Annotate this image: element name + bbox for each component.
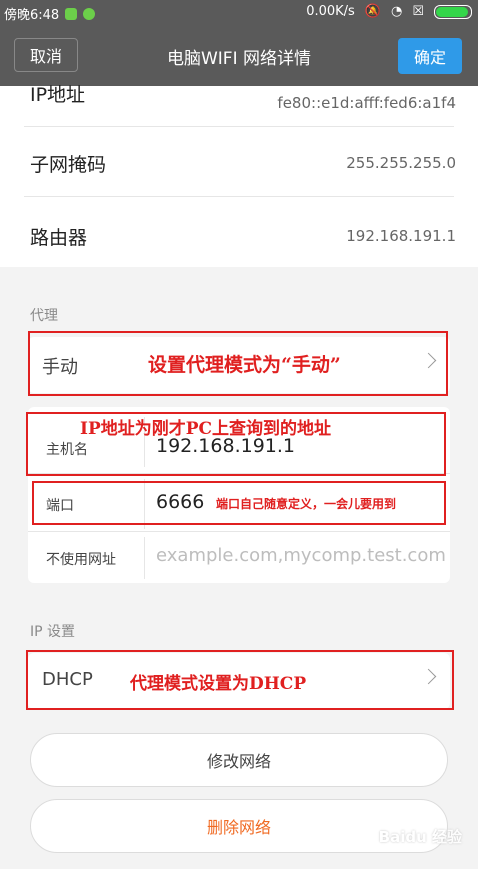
subnet-value: 255.255.255.0 (346, 154, 456, 172)
proxy-section-label: 代理 (30, 308, 58, 324)
ip-value: fe80::e1d:afff:fed6:a1f4 (277, 94, 456, 112)
divider (24, 126, 454, 127)
router-label: 路由器 (30, 227, 88, 249)
app-notification-icon (65, 7, 78, 20)
bypass-label: 不使用网址 (46, 552, 116, 568)
annotation-host: IP地址为刚才PC上查询到的地址 (80, 419, 332, 439)
watermark: Baidu 经验 (378, 828, 462, 846)
modify-network-button[interactable]: 修改网络 (30, 733, 448, 787)
divider (24, 196, 454, 197)
subnet-label: 子网掩码 (30, 154, 107, 176)
ip-settings-section-label: IP 设置 (30, 624, 76, 640)
app-notification-icon-2 (83, 7, 96, 20)
divider (144, 537, 145, 579)
annotation-manual: 设置代理模式为“手动” (148, 354, 341, 376)
battery-icon (434, 4, 472, 19)
network-details: IP地址 fe80::e1d:afff:fed6:a1f4 子网掩码 255.2… (0, 84, 478, 267)
sim-icon: ☒ (412, 4, 424, 19)
divider (28, 531, 450, 532)
title-bar: 取消 电脑WIFI 网络详情 确定 (0, 24, 478, 86)
bypass-input[interactable]: example.com,mycomp.test.com (156, 545, 450, 566)
status-bar: 傍晚6:48 0.00K/s 🔕 ◔ ☒ (0, 0, 478, 24)
wifi-icon: ◔ (391, 4, 403, 19)
network-speed: 0.00K/s (306, 4, 355, 19)
status-time: 傍晚6:48 (4, 8, 60, 23)
annotation-port: 端口自己随意定义，一会儿要用到 (216, 497, 397, 511)
mute-icon: 🔕 (364, 4, 381, 19)
router-value: 192.168.191.1 (346, 227, 456, 245)
confirm-button[interactable]: 确定 (398, 38, 462, 74)
ip-label: IP地址 (30, 84, 86, 106)
annotation-dhcp: 代理模式设置为DHCP (130, 674, 307, 694)
